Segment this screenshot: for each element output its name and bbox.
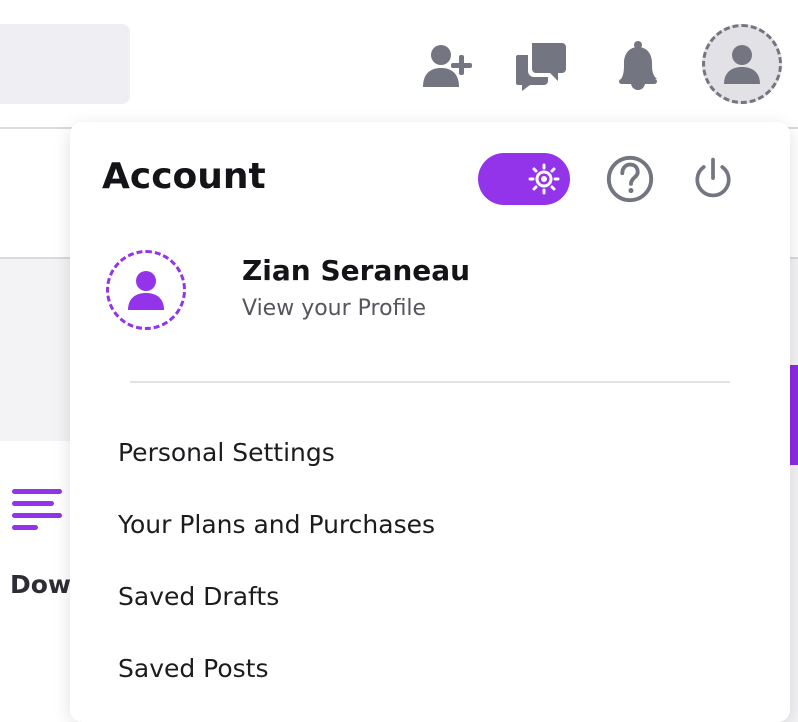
menu-item-saved-drafts[interactable]: Saved Drafts: [118, 582, 279, 611]
background-label: Dow: [10, 570, 72, 599]
bell-icon[interactable]: [610, 38, 666, 94]
view-profile-link[interactable]: View your Profile: [242, 296, 426, 321]
user-icon: [128, 271, 164, 310]
menu-item-personal-settings[interactable]: Personal Settings: [118, 438, 335, 467]
dropdown-title: Account: [102, 156, 266, 197]
profile-name: Zian Seraneau: [242, 254, 471, 287]
divider: [130, 381, 730, 383]
top-bar: [0, 0, 798, 129]
user-avatar-icon[interactable]: [702, 24, 782, 104]
question-circle-icon[interactable]: [603, 152, 657, 206]
profile-avatar[interactable]: [106, 250, 186, 330]
background-accent-bar: [790, 365, 798, 465]
chat-icon[interactable]: [513, 38, 569, 94]
search-box[interactable]: [0, 24, 130, 104]
power-icon[interactable]: [686, 152, 740, 206]
menu-item-saved-posts[interactable]: Saved Posts: [118, 654, 269, 683]
list-icon: [12, 489, 62, 530]
sun-icon: [528, 163, 560, 195]
account-dropdown: Account Zian Seraneau View your Profile …: [70, 122, 790, 722]
menu-item-plans-purchases[interactable]: Your Plans and Purchases: [118, 510, 435, 539]
add-user-icon[interactable]: [418, 38, 474, 94]
theme-toggle[interactable]: [478, 153, 570, 205]
